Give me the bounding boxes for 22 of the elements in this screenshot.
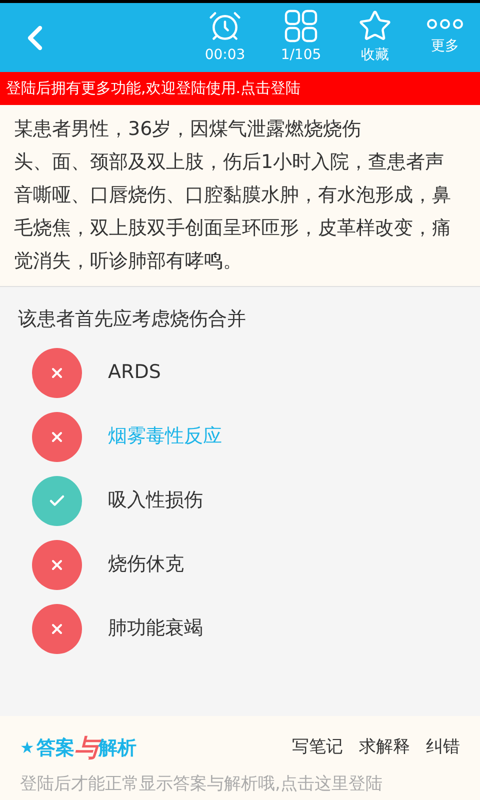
question-prompt: 该患者首先应考虑烧伤合并 <box>17 307 247 332</box>
question-text: 某患者男性，36岁，因煤气泄露燃烧烧伤 <box>14 117 362 142</box>
option-label: ARDS <box>108 360 161 386</box>
answer-option[interactable]: 烧伤休克 <box>32 540 448 590</box>
logo-glyph: ★ <box>20 737 34 759</box>
action-link[interactable]: 求解释 <box>359 735 410 761</box>
answer-option[interactable]: ARDS <box>32 348 448 398</box>
logo-text: 答案 <box>36 736 74 761</box>
grid-icon <box>284 9 318 43</box>
answer-option[interactable]: 肺功能衰竭 <box>32 604 448 654</box>
alarm-clock-icon <box>208 9 242 43</box>
action-link[interactable]: 写笔记 <box>292 735 343 761</box>
option-label: 烧伤休克 <box>108 552 184 578</box>
login-banner[interactable]: 登陆后拥有更多功能,欢迎登陆使用.点击登陆 <box>0 72 480 105</box>
star-icon <box>358 9 392 43</box>
more-icon <box>426 18 464 30</box>
option-label: 肺功能衰竭 <box>108 616 203 642</box>
action-link[interactable]: 纠错 <box>426 735 460 761</box>
answer-option[interactable]: 吸入性损伤 <box>32 476 448 526</box>
option-label: 吸入性损伤 <box>108 488 203 514</box>
question-text: 头、面、颈部及双上肢，伤后1小时入院，查患者声音嘶哑、口唇烧伤、口腔黏膜水肿，有水泡形成，鼻毛烧焦，双上肢双手创面呈环匝形，皮革样改变，痛觉消失，听诊肺部有哮鸣。 <box>14 150 452 274</box>
option-label: 烟雾毒性反应 <box>108 424 222 450</box>
